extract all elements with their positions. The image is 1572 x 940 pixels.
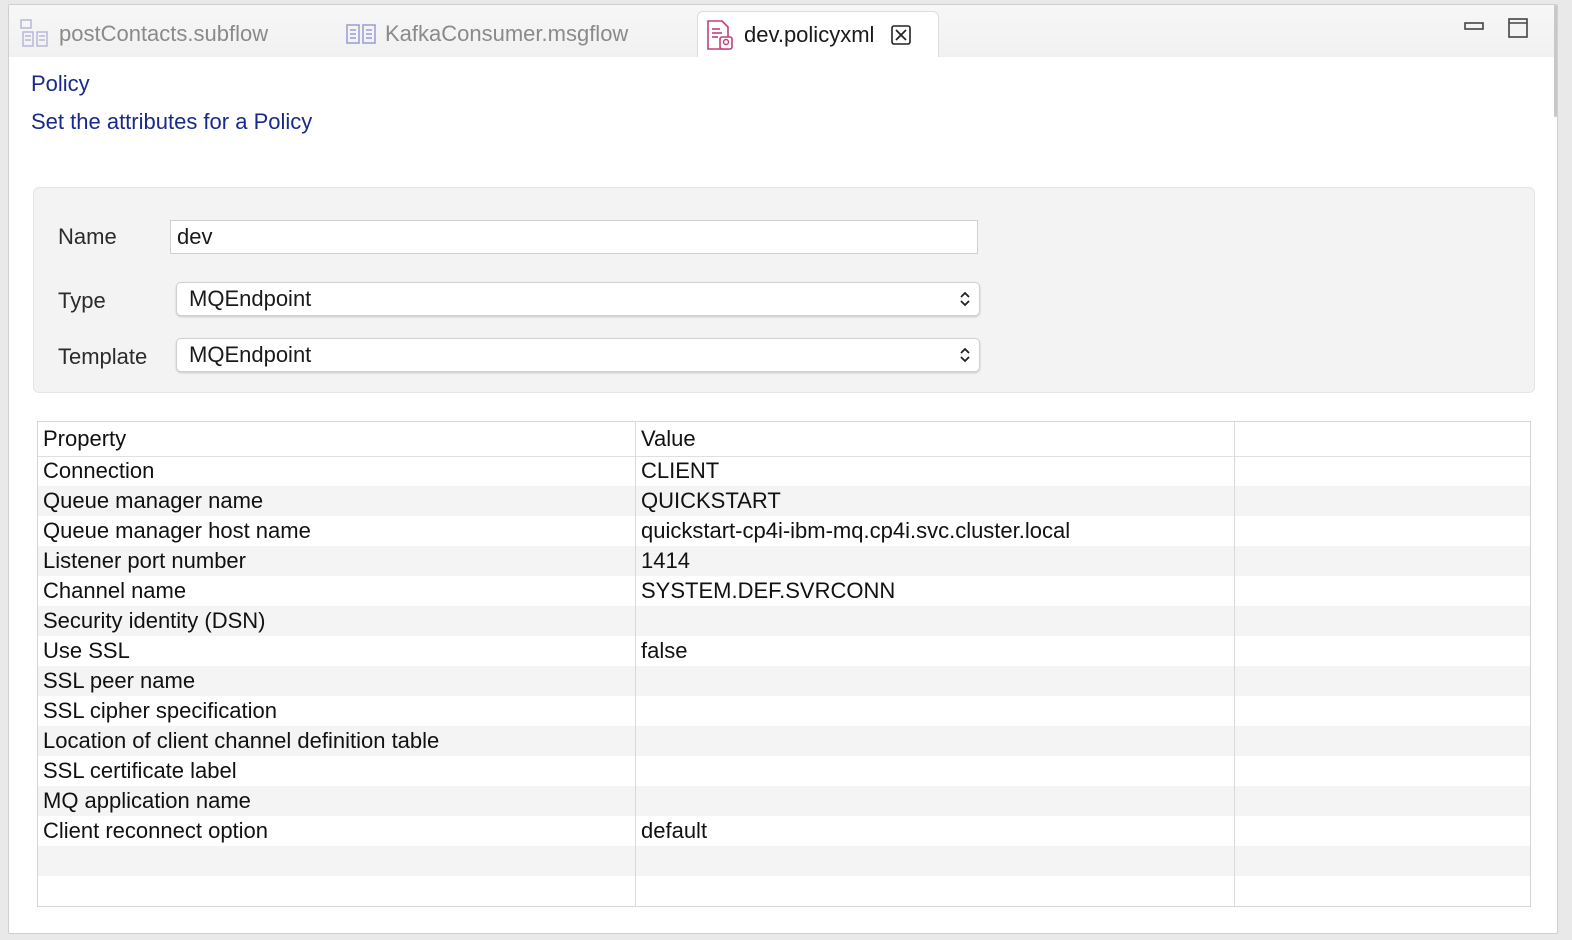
tab-postcontacts-subflow[interactable]: postContacts.subflow xyxy=(19,11,268,57)
value-cell[interactable] xyxy=(641,756,1231,786)
value-cell[interactable]: false xyxy=(641,636,1231,666)
table-row[interactable]: Location of client channel definition ta… xyxy=(38,726,1530,756)
policy-file-icon xyxy=(707,19,733,50)
tab-dev-policyxml[interactable]: dev.policyxml xyxy=(697,11,939,57)
policy-editor-window: postContacts.subflow KafkaConsumer.msgfl… xyxy=(8,4,1558,934)
property-cell: MQ application name xyxy=(43,788,251,813)
tab-kafkaconsumer-msgflow[interactable]: KafkaConsumer.msgflow xyxy=(345,11,628,57)
property-cell: Listener port number xyxy=(43,548,246,573)
properties-table: Property Value Connection CLIENT Queue m… xyxy=(37,421,1531,907)
column-divider[interactable] xyxy=(635,422,636,906)
scrollbar-thumb[interactable] xyxy=(1554,5,1557,117)
table-header-row: Property Value xyxy=(38,422,1530,457)
value-cell[interactable] xyxy=(641,726,1231,756)
table-row[interactable]: Channel name SYSTEM.DEF.SVRCONN xyxy=(38,576,1530,606)
table-row[interactable]: MQ application name xyxy=(38,786,1530,816)
property-cell: Location of client channel definition ta… xyxy=(43,728,440,753)
property-cell: SSL cipher specification xyxy=(43,698,277,723)
type-select-value: MQEndpoint xyxy=(189,286,312,311)
property-cell: Connection xyxy=(43,458,155,483)
left-edge xyxy=(0,0,8,940)
template-label: Template xyxy=(58,344,148,369)
tab-label: KafkaConsumer.msgflow xyxy=(385,21,629,46)
property-cell: Channel name xyxy=(43,578,187,603)
property-cell: Queue manager host name xyxy=(43,518,311,543)
value-cell[interactable]: CLIENT xyxy=(641,456,1231,486)
value-cell[interactable] xyxy=(641,666,1231,696)
value-cell[interactable] xyxy=(641,606,1231,636)
page-subtitle: Set the attributes for a Policy xyxy=(31,109,313,134)
table-row[interactable]: SSL cipher specification xyxy=(38,696,1530,726)
type-select[interactable]: MQEndpoint xyxy=(176,282,980,316)
table-row[interactable]: SSL peer name xyxy=(38,666,1530,696)
table-row[interactable]: Use SSL false xyxy=(38,636,1530,666)
tab-label: postContacts.subflow xyxy=(59,21,269,46)
chevron-updown-icon xyxy=(960,347,970,363)
value-cell[interactable]: SYSTEM.DEF.SVRCONN xyxy=(641,576,1231,606)
editor-tab-bar: postContacts.subflow KafkaConsumer.msgfl… xyxy=(9,5,1557,57)
value-cell[interactable] xyxy=(641,696,1231,726)
close-icon[interactable] xyxy=(890,24,912,46)
type-label: Type xyxy=(58,288,106,313)
template-select[interactable]: MQEndpoint xyxy=(176,338,980,372)
value-cell[interactable]: 1414 xyxy=(641,546,1231,576)
table-row[interactable]: Connection CLIENT xyxy=(38,456,1530,486)
template-select-value: MQEndpoint xyxy=(189,342,312,367)
msgflow-icon xyxy=(346,24,376,44)
table-row[interactable]: Queue manager host name quickstart-cp4i-… xyxy=(38,516,1530,546)
property-cell: Use SSL xyxy=(43,638,130,663)
table-row[interactable]: Listener port number 1414 xyxy=(38,546,1530,576)
name-label: Name xyxy=(58,224,117,249)
value-cell[interactable] xyxy=(641,786,1231,816)
table-row[interactable]: SSL certificate label xyxy=(38,756,1530,786)
maximize-icon[interactable] xyxy=(1507,17,1529,39)
minimize-icon[interactable] xyxy=(1463,17,1485,39)
value-cell[interactable]: default xyxy=(641,816,1231,846)
empty-table-row xyxy=(38,846,1530,876)
value-cell[interactable]: quickstart-cp4i-ibm-mq.cp4i.svc.cluster.… xyxy=(641,516,1231,546)
property-cell: SSL certificate label xyxy=(43,758,237,783)
page-title: Policy xyxy=(31,71,90,96)
property-cell: Security identity (DSN) xyxy=(43,608,266,633)
name-field[interactable]: dev xyxy=(170,220,978,254)
column-header-property[interactable]: Property xyxy=(43,422,631,456)
chevron-updown-icon xyxy=(960,291,970,307)
column-header-value[interactable]: Value xyxy=(641,422,1231,456)
tab-label: dev.policyxml xyxy=(744,21,875,47)
property-cell: Queue manager name xyxy=(43,488,264,513)
property-cell: SSL peer name xyxy=(43,668,196,693)
policy-form-panel: Name dev Type MQEndpoint Template MQEndp… xyxy=(33,187,1535,393)
column-divider[interactable] xyxy=(1234,422,1235,906)
table-row[interactable]: Security identity (DSN) xyxy=(38,606,1530,636)
empty-table-row xyxy=(38,876,1530,906)
property-cell: Client reconnect option xyxy=(43,818,269,843)
subflow-icon xyxy=(20,19,48,47)
table-row[interactable]: Client reconnect option default xyxy=(38,816,1530,846)
table-row[interactable]: Queue manager name QUICKSTART xyxy=(38,486,1530,516)
value-cell[interactable]: QUICKSTART xyxy=(641,486,1231,516)
